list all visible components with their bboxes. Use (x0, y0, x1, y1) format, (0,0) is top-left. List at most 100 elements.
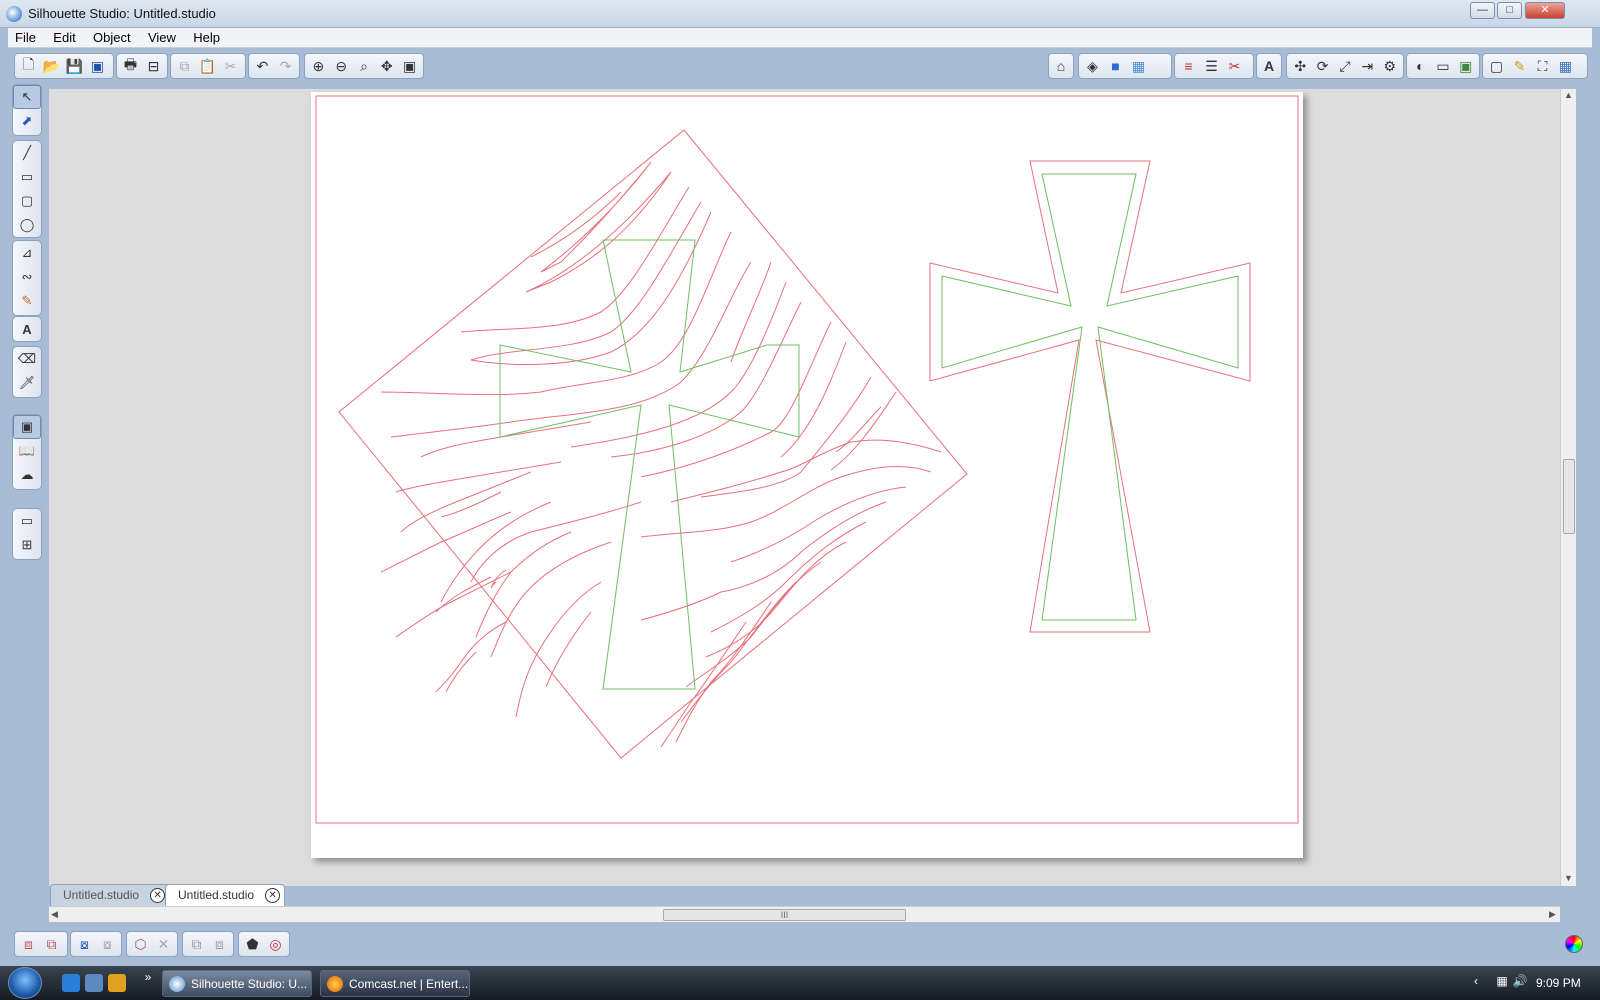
text-style-icon[interactable]: A (1260, 56, 1278, 77)
media-player-icon[interactable] (108, 974, 126, 992)
menu-view[interactable]: View (141, 28, 183, 47)
scroll-up-arrow[interactable]: ▲ (1564, 90, 1573, 100)
line-style-icon[interactable]: ☰ (1201, 56, 1222, 77)
color-wheel-icon[interactable] (1565, 935, 1583, 953)
replicate-icon[interactable]: ⚙ (1380, 56, 1400, 77)
sketch-icon[interactable]: ✎ (1509, 56, 1530, 77)
history-tool-group: ↶ ↷ (248, 53, 300, 79)
scroll-right-arrow[interactable]: ▶ (1549, 909, 1556, 920)
taskbar-button-silhouette[interactable]: Silhouette Studio: U... (162, 970, 312, 997)
library-book-icon[interactable]: 📖 (13, 439, 41, 463)
make-compound-path-icon[interactable]: ⧇ (74, 934, 95, 955)
start-button[interactable] (8, 967, 42, 999)
minimize-button[interactable]: — (1470, 2, 1495, 19)
zoom-selection-icon[interactable]: ⌕ (354, 56, 375, 77)
menu-bar: File Edit Object View Help (8, 28, 1592, 48)
registration-marks-icon[interactable]: ⊞ (13, 533, 41, 557)
vertical-scroll-thumb[interactable] (1563, 459, 1575, 534)
tab-untitled-2[interactable]: Untitled.studio ✕ (165, 884, 286, 906)
zoom-out-icon[interactable]: ⊖ (331, 56, 352, 77)
group-icon[interactable]: ⧈ (18, 934, 39, 955)
line-tool-icon[interactable]: ╱ (13, 141, 41, 165)
rounded-rectangle-tool-icon[interactable]: ▢ (13, 189, 41, 213)
knife-tool-icon[interactable]: 🗡 (13, 371, 41, 395)
tab-close-icon[interactable]: ✕ (265, 888, 281, 903)
scroll-left-arrow[interactable]: ◀ (51, 909, 58, 920)
weld-icon[interactable]: ⬡ (130, 934, 151, 955)
horizontal-scroll-thumb[interactable]: III (663, 909, 906, 921)
scale-icon[interactable]: ⤢ (1335, 56, 1355, 77)
new-document-icon[interactable]: 🗋 (18, 56, 39, 77)
design-canvas[interactable] (49, 89, 1560, 886)
fit-page-icon[interactable]: ▣ (399, 56, 420, 77)
shapes-library-icon[interactable]: ⬟ (242, 934, 263, 955)
design-page-icon[interactable]: ▣ (13, 415, 41, 439)
ellipse-tool-icon[interactable]: ◯ (13, 213, 41, 237)
quick-launch-chevron[interactable]: » (140, 970, 156, 986)
tray-expand-arrow[interactable]: ‹ (1468, 974, 1484, 990)
print-icon[interactable]: 🖶 (120, 56, 141, 77)
fill-color-icon[interactable]: ◈ (1082, 56, 1103, 77)
freehand-tool-icon[interactable]: ✎ (13, 289, 41, 313)
curve-tool-icon[interactable]: ∾ (13, 265, 41, 289)
cut-style-icon[interactable]: ✂ (1224, 56, 1245, 77)
eraser-tool-icon[interactable]: ⌫ (13, 347, 41, 371)
rotate-icon[interactable]: ⟳ (1312, 56, 1332, 77)
page-setup-icon[interactable]: ▢ (1486, 56, 1507, 77)
design-store-icon[interactable]: ⌂ (1052, 56, 1070, 77)
show-desktop-icon[interactable] (85, 974, 103, 992)
select-arrow-icon[interactable]: ↖ (13, 85, 41, 109)
modify-icon[interactable]: ▣ (1455, 56, 1476, 77)
window-title: Silhouette Studio: Untitled.studio (28, 6, 216, 21)
bring-to-front-icon[interactable]: ⧉ (186, 934, 207, 955)
send-to-back-icon[interactable]: ⧈ (209, 934, 230, 955)
store-cloud-icon[interactable]: ☁ (13, 463, 41, 487)
volume-icon[interactable]: 🔊 (1512, 974, 1528, 990)
polygon-tool-icon[interactable]: ⊿ (13, 241, 41, 265)
trace-icon[interactable]: ◐ (1410, 56, 1431, 77)
menu-edit[interactable]: Edit (46, 28, 82, 47)
maximize-button[interactable]: □ (1497, 2, 1522, 19)
tab-close-icon[interactable]: ✕ (150, 888, 166, 903)
target-icon[interactable]: ◎ (265, 934, 286, 955)
cut-icon[interactable]: ✂ (220, 56, 241, 77)
menu-file[interactable]: File (8, 28, 43, 47)
network-icon[interactable]: ▦ (1494, 974, 1510, 990)
ungroup-icon[interactable]: ⧉ (41, 934, 62, 955)
rectangle-tool-icon[interactable]: ▭ (13, 165, 41, 189)
internet-explorer-icon[interactable] (62, 974, 80, 992)
menu-object[interactable]: Object (86, 28, 138, 47)
cutting-mat-page[interactable] (311, 92, 1303, 858)
offset-icon[interactable]: ▭ (1433, 56, 1454, 77)
tab-untitled-1[interactable]: Untitled.studio ✕ (50, 884, 171, 906)
line-color-icon[interactable]: ≡ (1178, 56, 1199, 77)
horizontal-scrollbar[interactable]: ◀ III ▶ (49, 906, 1560, 922)
fill-gradient-icon[interactable]: ■ (1105, 56, 1126, 77)
release-compound-path-icon[interactable]: ⧇ (97, 934, 118, 955)
align-icon[interactable]: ✣ (1290, 56, 1310, 77)
taskbar-button-firefox[interactable]: Comcast.net | Entert... (320, 970, 470, 997)
text-tool-icon[interactable]: A (13, 317, 41, 341)
fullscreen-icon[interactable]: ⛶ (1532, 56, 1553, 77)
move-icon[interactable]: ⇥ (1357, 56, 1377, 77)
scroll-down-arrow[interactable]: ▼ (1564, 873, 1573, 883)
edit-points-icon[interactable]: ⬈ (13, 109, 41, 133)
open-folder-icon[interactable]: 📂 (41, 56, 62, 77)
redo-icon[interactable]: ↷ (275, 56, 296, 77)
pan-icon[interactable]: ✥ (376, 56, 397, 77)
menu-help[interactable]: Help (186, 28, 227, 47)
delete-icon[interactable]: ✕ (153, 934, 174, 955)
close-window-button[interactable]: ✕ (1525, 2, 1565, 19)
fill-pattern-icon[interactable]: ▦ (1128, 56, 1149, 77)
zoom-in-icon[interactable]: ⊕ (308, 56, 329, 77)
save-icon[interactable]: 💾 (64, 56, 85, 77)
save-as-icon[interactable]: ▣ (87, 56, 108, 77)
cut-settings-icon[interactable]: ▭ (13, 509, 41, 533)
grid-icon[interactable]: ▦ (1555, 56, 1576, 77)
vertical-scrollbar[interactable]: ▲ ▼ (1560, 89, 1576, 886)
send-to-cutter-icon[interactable]: ⊟ (143, 56, 164, 77)
paste-icon[interactable]: 📋 (197, 56, 218, 77)
system-clock[interactable]: 9:09 PM (1536, 976, 1581, 990)
copy-icon[interactable]: ⧉ (174, 56, 195, 77)
undo-icon[interactable]: ↶ (252, 56, 273, 77)
